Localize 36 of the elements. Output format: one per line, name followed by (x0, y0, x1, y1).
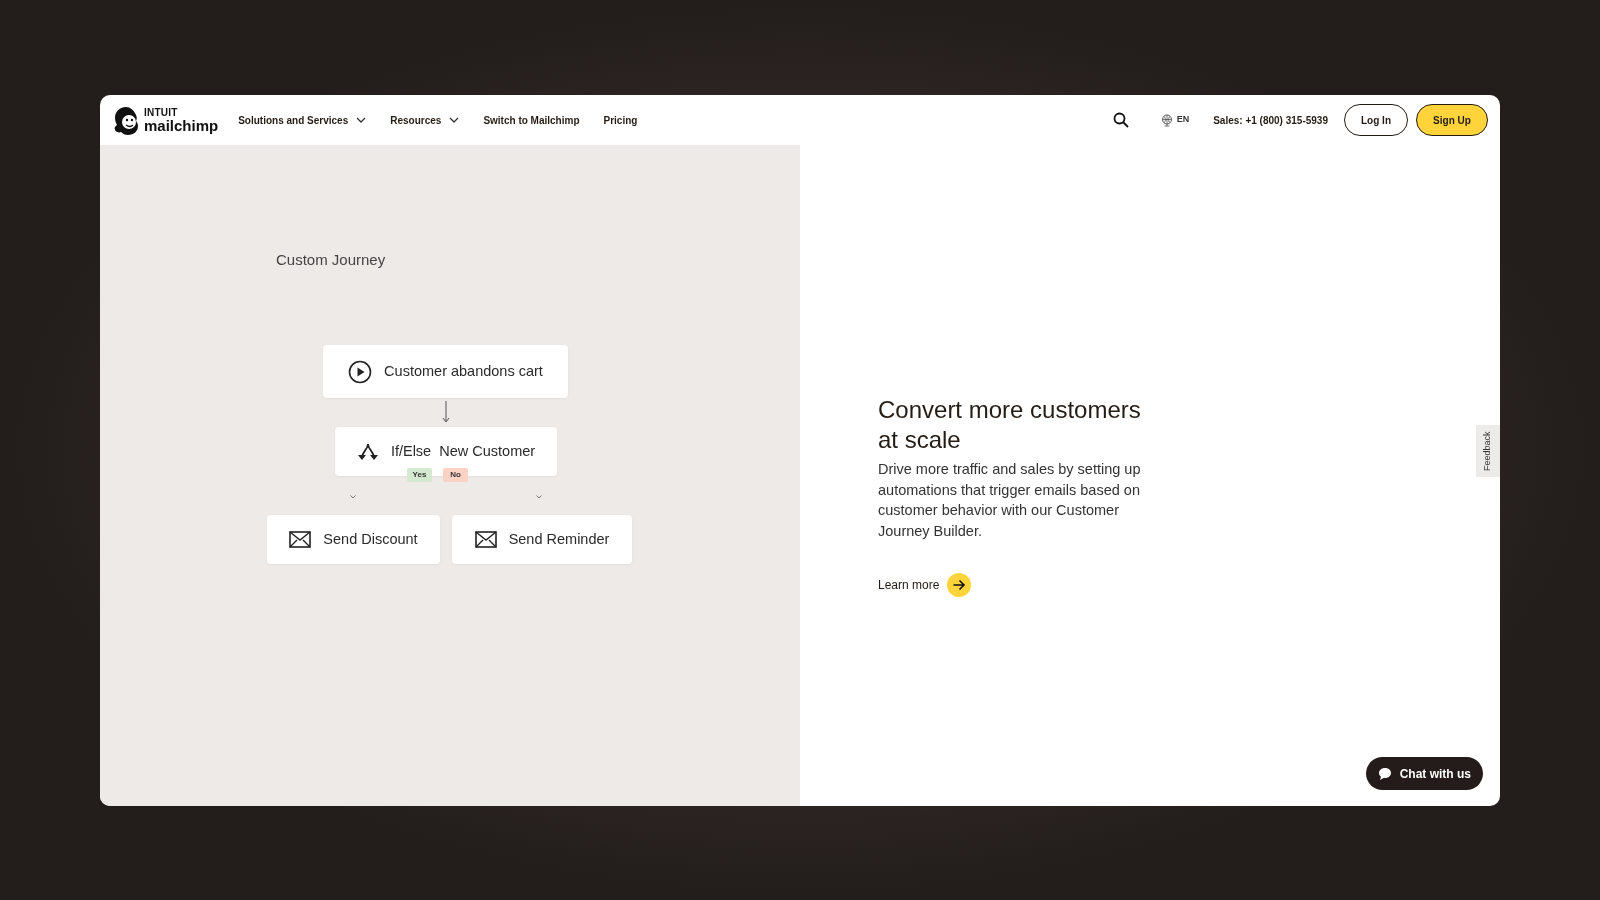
branch-icon (356, 441, 379, 462)
node-label: Send Reminder (508, 529, 610, 549)
diagram-title: Custom Journey (276, 250, 386, 270)
language-selector[interactable]: EN (1160, 113, 1190, 127)
chevron-down-icon (356, 117, 367, 123)
nav-link[interactable]: Resources (390, 112, 460, 128)
node-label: If/Else New Customer (390, 441, 536, 461)
brand-name: INTUIT (144, 107, 179, 118)
speech-bubble-icon (1377, 766, 1392, 781)
branch-label: No (443, 468, 468, 482)
nav-link[interactable]: Switch to Mailchimp (483, 112, 580, 128)
branch-label: Yes (407, 468, 432, 482)
search-icon[interactable] (1112, 112, 1129, 128)
learn-more-link[interactable]: Learn more (878, 573, 972, 597)
chat-button[interactable]: Chat with us (1365, 757, 1483, 790)
nav-link[interactable]: Pricing (603, 112, 638, 128)
chevron-down-icon (536, 495, 542, 499)
nav-link[interactable]: Solutions and Services (238, 112, 367, 128)
monkey-icon (112, 105, 140, 135)
feedback-tab[interactable]: Feedback (1476, 425, 1500, 477)
globe-icon (1160, 113, 1173, 127)
connector-arrow (442, 401, 450, 423)
play-icon (348, 359, 373, 384)
feature-heading: Convert more customers at scale (878, 395, 1142, 455)
brand-name: mailchimp (144, 117, 219, 133)
envelope-icon (474, 531, 497, 548)
chevron-down-icon (449, 117, 460, 123)
mailchimp-logo[interactable]: INTUIT mailchimp (112, 105, 219, 135)
signup-button[interactable]: Sign Up (1416, 104, 1488, 136)
sales-phone: Sales: +1 (800) 315-5939 (1213, 113, 1328, 128)
feature-description: Drive more traffic and sales by setting up automations that trigger emails based on customer behavior with our Customer Journey Builder. (878, 460, 1142, 541)
chevron-down-icon (350, 495, 356, 499)
envelope-icon (289, 531, 312, 548)
node-label: Customer abandons cart (384, 361, 543, 381)
arrow-right-icon (947, 573, 972, 597)
node-label: Send Discount (323, 529, 418, 549)
